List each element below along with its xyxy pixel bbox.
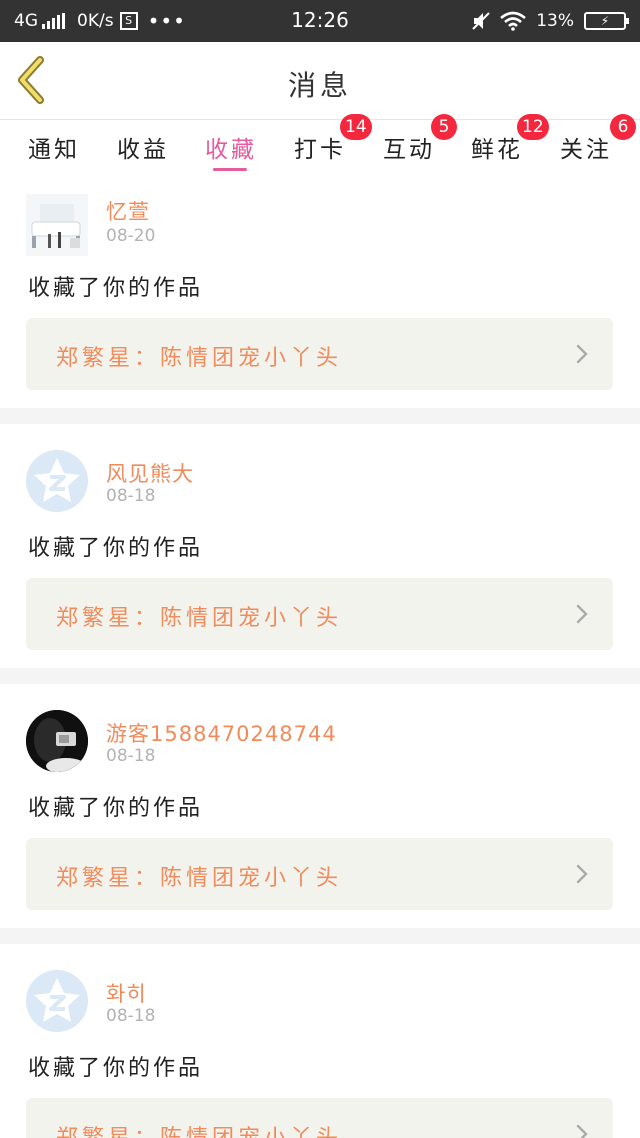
message-date: 08-20 [106, 226, 156, 246]
user-photo-icon [26, 710, 88, 772]
tab-notifications[interactable]: 通知 [28, 120, 80, 176]
work-title: 郑繁星：陈情团宠小丫头 [56, 866, 343, 891]
status-right: 13% ⚡ [472, 9, 629, 33]
work-link[interactable]: 郑繁星：陈情团宠小丫头 [26, 1098, 613, 1138]
tab-checkin[interactable]: 打卡 14 [294, 114, 372, 176]
tab-label: 鲜花 [471, 137, 523, 163]
unread-badge: 12 [517, 114, 549, 140]
tab-earnings[interactable]: 收益 [117, 120, 169, 176]
avatar[interactable] [26, 194, 88, 256]
app-header: 消息 [0, 42, 640, 120]
status-bar: 4G 0K/s S ••• 12:26 13% ⚡ [0, 0, 640, 42]
chevron-right-icon [576, 1124, 588, 1138]
tab-favorites[interactable]: 收藏 [205, 120, 257, 176]
tab-label: 打卡 [294, 137, 346, 163]
tab-label: 收藏 [205, 137, 257, 163]
tab-label: 通知 [28, 137, 80, 163]
unread-badge: 5 [431, 114, 457, 140]
default-avatar-icon [34, 978, 80, 1022]
username[interactable]: 화히 [106, 978, 147, 1008]
avatar[interactable] [26, 710, 88, 772]
work-title: 郑繁星：陈情团宠小丫头 [56, 346, 343, 371]
username[interactable]: 游客1588470248744 [106, 718, 337, 748]
message-date: 08-18 [106, 1006, 156, 1026]
room-photo-icon [26, 194, 88, 256]
chevron-right-icon [576, 344, 588, 364]
tab-follows[interactable]: 关注 6 [560, 114, 636, 176]
tab-bar: 通知 收益 收藏 打卡 14 互动 5 鲜花 12 关注 6 [0, 114, 640, 176]
page-title: 消息 [287, 69, 352, 102]
action-text: 收藏了你的作品 [28, 796, 204, 821]
wifi-icon [500, 11, 527, 31]
message-item: 忆萱 08-20 收藏了你的作品 郑繁星：陈情团宠小丫头 [0, 176, 640, 408]
tab-interaction[interactable]: 互动 5 [383, 114, 457, 176]
default-avatar-icon [34, 458, 80, 502]
action-text: 收藏了你的作品 [28, 276, 204, 301]
username[interactable]: 忆萱 [106, 196, 150, 226]
mute-icon [472, 12, 490, 30]
tab-label: 收益 [117, 137, 169, 163]
tab-flowers[interactable]: 鲜花 12 [471, 114, 549, 176]
battery-percent: 13% [536, 11, 574, 31]
work-link[interactable]: 郑繁星：陈情团宠小丫头 [26, 578, 613, 650]
active-tab-indicator [213, 168, 247, 171]
message-date: 08-18 [106, 486, 156, 506]
avatar[interactable] [26, 970, 88, 1032]
username[interactable]: 风见熊大 [106, 458, 194, 488]
chevron-right-icon [576, 604, 588, 624]
action-text: 收藏了你的作品 [28, 1056, 204, 1081]
work-link[interactable]: 郑繁星：陈情团宠小丫头 [26, 838, 613, 910]
work-title: 郑繁星：陈情团宠小丫头 [56, 1120, 342, 1138]
unread-badge: 14 [340, 114, 372, 140]
action-text: 收藏了你的作品 [28, 536, 204, 561]
message-item: 游客1588470248744 08-18 收藏了你的作品 郑繁星：陈情团宠小丫… [0, 684, 640, 928]
chevron-right-icon [576, 864, 588, 884]
message-item: 风见熊大 08-18 收藏了你的作品 郑繁星：陈情团宠小丫头 [0, 424, 640, 668]
message-date: 08-18 [106, 746, 156, 766]
tab-label: 关注 [560, 137, 612, 163]
message-item: 화히 08-18 收藏了你的作品 郑繁星：陈情团宠小丫头 [0, 944, 640, 1138]
work-title: 郑繁星：陈情团宠小丫头 [56, 606, 343, 631]
battery-icon: ⚡ [584, 12, 629, 30]
unread-badge: 6 [610, 114, 636, 140]
work-link[interactable]: 郑繁星：陈情团宠小丫头 [26, 318, 613, 390]
avatar[interactable] [26, 450, 88, 512]
tab-label: 互动 [383, 137, 435, 163]
